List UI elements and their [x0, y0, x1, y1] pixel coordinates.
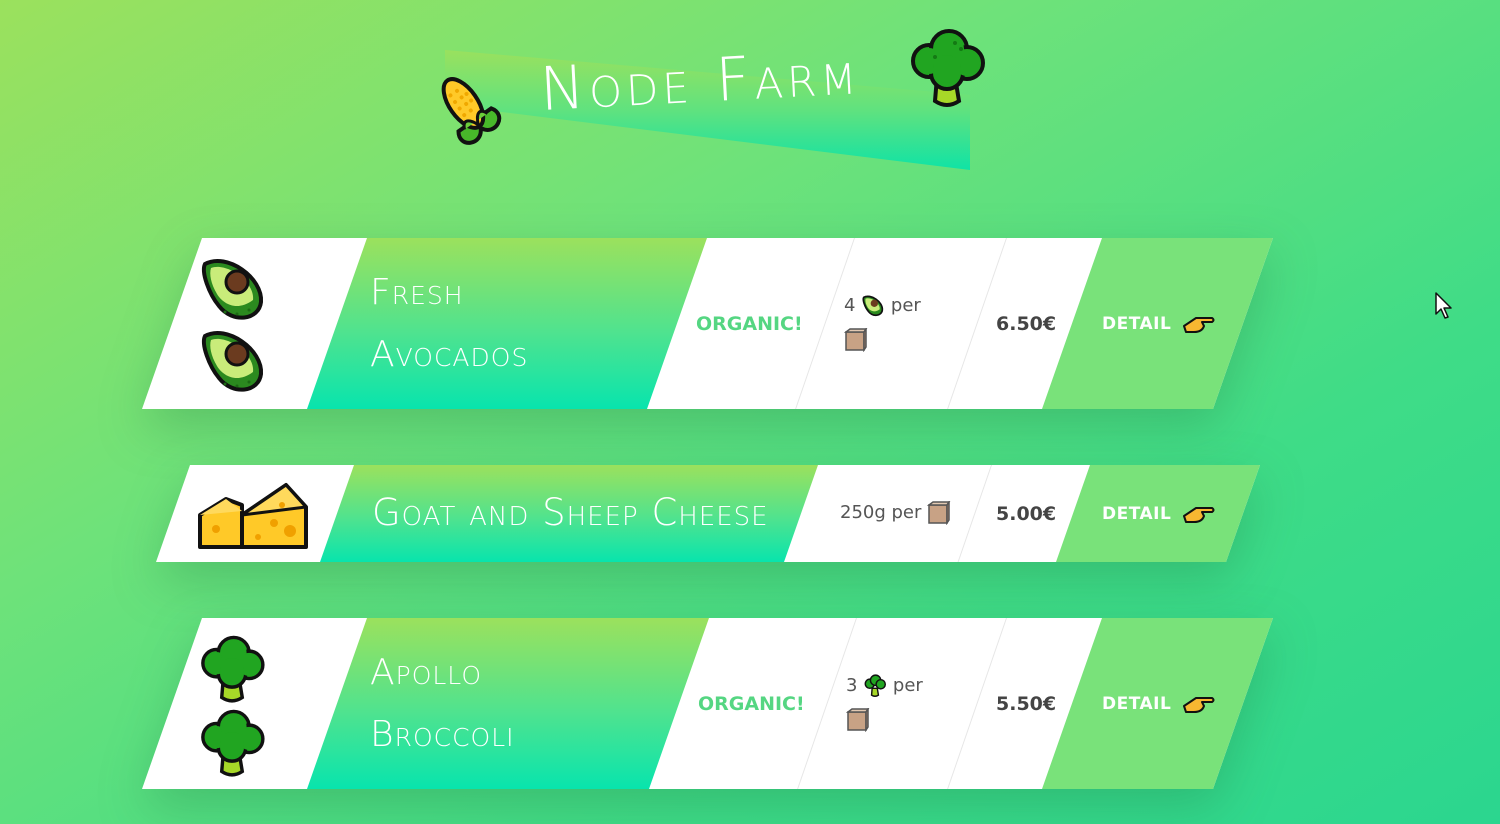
avocado-icon — [202, 331, 264, 392]
corn-icon — [441, 77, 502, 145]
product-name: Fresh Avocados — [370, 272, 529, 375]
broccoli-icon — [864, 674, 887, 697]
product-price: 6.50€ — [996, 313, 1057, 335]
detail-link[interactable]: DETAIL — [1102, 504, 1171, 524]
pointing-hand-icon[interactable] — [1182, 312, 1216, 336]
avocado-icon — [862, 295, 884, 316]
quantity-info: 3 per — [846, 669, 966, 737]
product-name: Goat and Sheep Cheese — [372, 491, 769, 534]
product-name: Apollo Broccoli — [370, 652, 515, 755]
product-card[interactable]: Apollo Broccoli ORGANIC! 3 per 5.50€ DET… — [142, 618, 1273, 789]
product-price: 5.50€ — [996, 693, 1057, 715]
quantity-info: 4 per — [844, 289, 964, 357]
broccoli-icon — [911, 29, 985, 107]
avocado-icon — [202, 259, 264, 320]
quantity-info: 250g per — [840, 496, 951, 530]
cheese-icon — [198, 483, 308, 549]
pointing-hand-icon[interactable] — [1182, 692, 1216, 716]
organic-badge: ORGANIC! — [696, 313, 803, 335]
product-price: 5.00€ — [996, 503, 1057, 525]
page-header: Node Farm — [420, 25, 1000, 175]
broccoli-icon — [201, 709, 265, 777]
product-card[interactable]: Goat and Sheep Cheese 250g per 5.00€ DET… — [156, 465, 1260, 562]
mouse-cursor-icon — [1435, 292, 1452, 319]
organic-badge: ORGANIC! — [698, 693, 805, 715]
detail-link[interactable]: DETAIL — [1102, 694, 1171, 714]
pointing-hand-icon[interactable] — [1182, 502, 1216, 526]
detail-link[interactable]: DETAIL — [1102, 314, 1171, 334]
box-icon — [846, 708, 870, 732]
box-icon — [844, 328, 868, 352]
product-card[interactable]: Fresh Avocados ORGANIC! 4 per 6.50€ DETA… — [142, 238, 1273, 409]
box-icon — [927, 501, 951, 525]
broccoli-icon — [201, 635, 265, 703]
